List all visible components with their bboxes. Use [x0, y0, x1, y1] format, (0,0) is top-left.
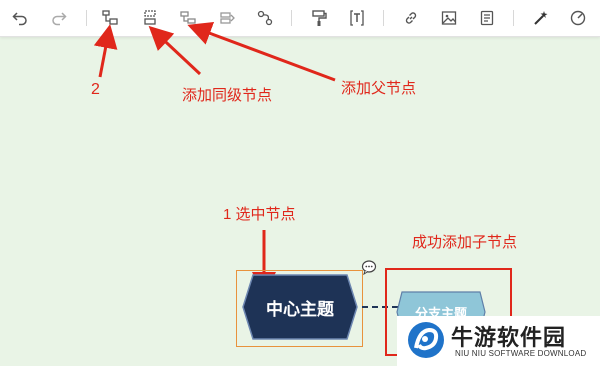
annotation-add-parent: 添加父节点	[341, 80, 417, 97]
arrow-to-add-child	[93, 24, 118, 78]
toolbar-divider	[86, 10, 87, 26]
toolbar-divider	[291, 10, 292, 26]
add-parent-node-button[interactable]	[177, 7, 199, 29]
relation-line-icon	[257, 10, 273, 26]
gauge-button[interactable]	[567, 7, 589, 29]
watermark: 牛游软件园 NIU NIU SOFTWARE DOWNLOAD	[397, 316, 600, 366]
redo-button[interactable]	[48, 7, 70, 29]
note-icon	[480, 10, 494, 26]
gauge-icon	[570, 10, 586, 26]
annotation-select-node: 1 选中节点	[223, 206, 296, 223]
toolbar-divider	[383, 10, 384, 26]
summary-icon	[220, 12, 235, 24]
annotation-step2: 2	[91, 81, 100, 98]
link-icon	[405, 12, 417, 24]
note-button[interactable]	[476, 7, 498, 29]
text-format-icon	[350, 10, 364, 26]
add-child-node-icon	[102, 10, 118, 25]
format-painter-button[interactable]	[308, 7, 330, 29]
image-button[interactable]	[438, 7, 460, 29]
magic-wand-icon	[534, 11, 548, 25]
add-parent-node-icon	[180, 11, 196, 24]
link-button[interactable]	[400, 7, 422, 29]
image-icon	[441, 11, 457, 25]
undo-icon	[12, 12, 27, 26]
add-sibling-node-button[interactable]	[139, 7, 161, 29]
relation-line-button[interactable]	[254, 7, 276, 29]
text-style-button[interactable]	[346, 7, 368, 29]
add-sibling-node-icon	[144, 10, 156, 25]
comment-icon[interactable]	[361, 259, 377, 275]
watermark-name-en: NIU NIU SOFTWARE DOWNLOAD	[455, 349, 587, 358]
annotation-success: 成功添加子节点	[412, 234, 518, 251]
add-child-node-button[interactable]	[99, 7, 121, 29]
center-node-label: 中心主题	[266, 299, 334, 319]
toolbar-divider	[513, 10, 514, 26]
watermark-name-cn: 牛游软件园	[451, 325, 567, 350]
center-node[interactable]: 中心主题	[241, 273, 359, 341]
redo-icon	[52, 12, 67, 26]
add-summary-button[interactable]	[217, 7, 239, 29]
annotation-add-sibling: 添加同级节点	[182, 87, 273, 104]
toolbar	[0, 0, 600, 37]
undo-button[interactable]	[9, 7, 31, 29]
format-painter-icon	[312, 10, 327, 26]
magic-button[interactable]	[530, 7, 552, 29]
watermark-logo	[408, 322, 444, 358]
